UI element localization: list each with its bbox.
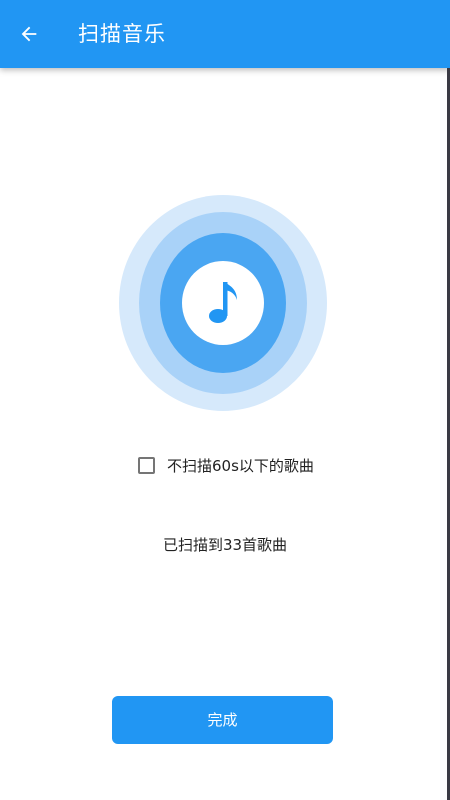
skip-short-songs-option[interactable]: 不扫描60s以下的歌曲 xyxy=(138,453,314,477)
app-bar: 扫描音乐 xyxy=(0,0,450,68)
back-button[interactable] xyxy=(14,19,44,49)
center-disc xyxy=(182,261,264,345)
scan-result-text: 已扫描到33首歌曲 xyxy=(162,536,288,554)
done-button[interactable]: 完成 xyxy=(112,696,333,744)
arrow-left-icon xyxy=(21,26,37,42)
music-note-icon xyxy=(209,282,237,323)
page-title: 扫描音乐 xyxy=(78,22,166,46)
skip-short-songs-label: 不扫描60s以下的歌曲 xyxy=(167,456,314,475)
scan-animation xyxy=(119,195,327,411)
skip-short-songs-checkbox[interactable] xyxy=(138,456,155,474)
